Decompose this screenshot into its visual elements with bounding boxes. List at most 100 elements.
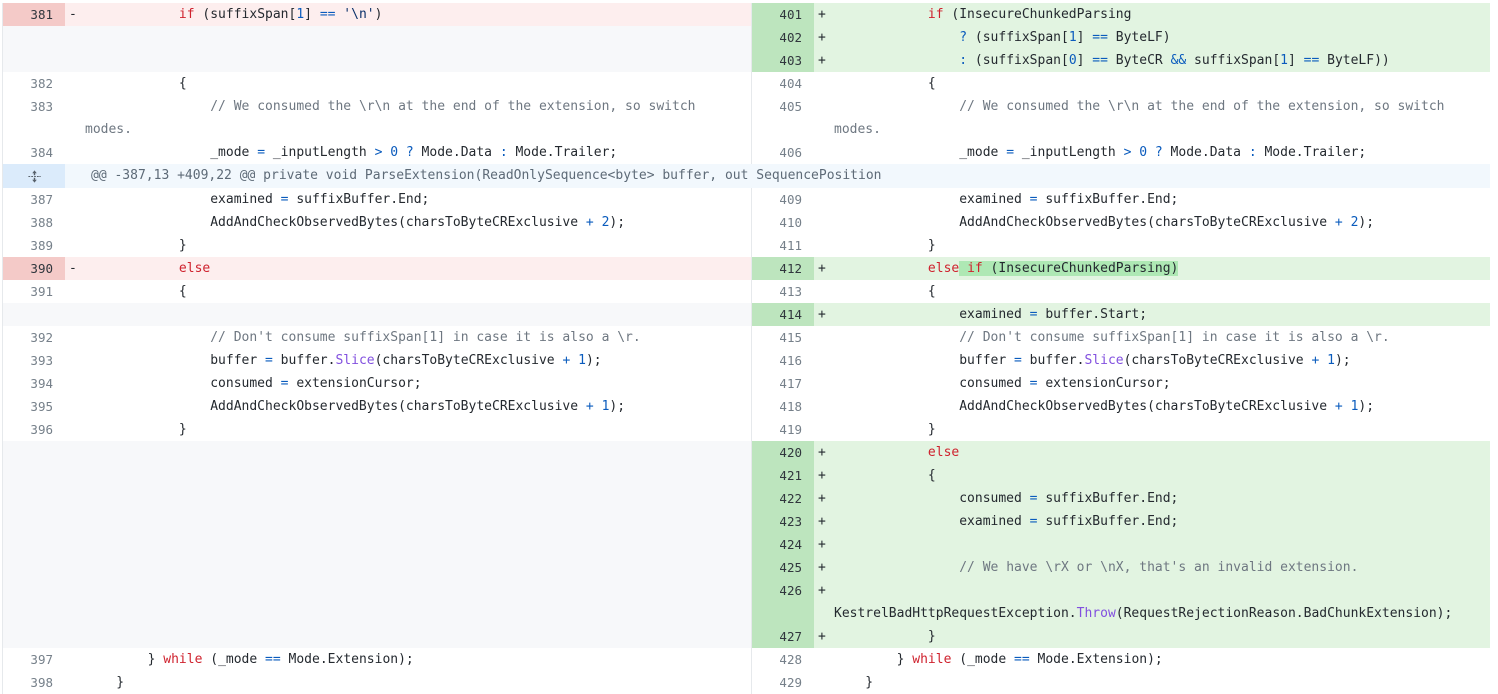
- diff-old-side: 387 examined = suffixBuffer.End;: [3, 188, 751, 211]
- line-number[interactable]: 424: [752, 533, 814, 556]
- diff-marker: [65, 602, 85, 625]
- diff-marker: [814, 326, 834, 349]
- line-number[interactable]: 387: [3, 188, 65, 211]
- line-number[interactable]: 389: [3, 234, 65, 257]
- line-number[interactable]: 420: [752, 441, 814, 464]
- line-number[interactable]: 425: [752, 556, 814, 579]
- line-number[interactable]: 403: [752, 49, 814, 72]
- code-line: AddAndCheckObservedBytes(charsToByteCREx…: [85, 395, 751, 418]
- line-number[interactable]: 412: [752, 257, 814, 280]
- code-line: ? (suffixSpan[1] == ByteLF): [834, 26, 1490, 49]
- line-number[interactable]: 395: [3, 395, 65, 418]
- line-number: [3, 49, 65, 72]
- line-number[interactable]: 406: [752, 141, 814, 164]
- diff-row: 391 {413 {: [3, 280, 1490, 303]
- diff-marker: [814, 349, 834, 372]
- diff-old-side: [3, 49, 751, 72]
- line-number[interactable]: 383: [3, 95, 65, 118]
- line-number[interactable]: 422: [752, 487, 814, 510]
- line-number[interactable]: 409: [752, 188, 814, 211]
- line-number[interactable]: 384: [3, 141, 65, 164]
- diff-new-side: 418 AddAndCheckObservedBytes(charsToByte…: [751, 395, 1490, 418]
- diff-new-side: KestrelBadHttpRequestException.Throw(Req…: [751, 602, 1490, 625]
- diff-new-side: 424+: [751, 533, 1490, 556]
- line-number[interactable]: 404: [752, 72, 814, 95]
- diff-marker: [65, 72, 85, 95]
- code-line: [85, 556, 751, 579]
- line-number[interactable]: 419: [752, 418, 814, 441]
- line-number[interactable]: 391: [3, 280, 65, 303]
- diff-new-side: 419 }: [751, 418, 1490, 441]
- diff-old-side: [3, 556, 751, 579]
- line-number[interactable]: 415: [752, 326, 814, 349]
- diff-new-side: 402+ ? (suffixSpan[1] == ByteLF): [751, 26, 1490, 49]
- code-line: _mode = _inputLength > 0 ? Mode.Data : M…: [85, 141, 751, 164]
- code-line: examined = suffixBuffer.End;: [834, 510, 1490, 533]
- code-line: [85, 579, 751, 602]
- diff-marker: [814, 141, 834, 164]
- diff-new-side: 409 examined = suffixBuffer.End;: [751, 188, 1490, 211]
- diff-marker: [65, 280, 85, 303]
- diff-row: 427+ }: [3, 625, 1490, 648]
- diff-marker: [814, 72, 834, 95]
- line-number[interactable]: 398: [3, 671, 65, 694]
- line-number[interactable]: 410: [752, 211, 814, 234]
- line-number[interactable]: 411: [752, 234, 814, 257]
- diff-marker: [814, 395, 834, 418]
- line-number[interactable]: 416: [752, 349, 814, 372]
- code-line: else if (InsecureChunkedParsing): [834, 257, 1490, 280]
- code-line: [85, 602, 751, 625]
- line-number[interactable]: 405: [752, 95, 814, 118]
- diff-old-side: [3, 303, 751, 326]
- line-number[interactable]: 427: [752, 625, 814, 648]
- diff-marker: +: [814, 49, 834, 72]
- diff-row: 420+ else: [3, 441, 1490, 464]
- line-number[interactable]: 414: [752, 303, 814, 326]
- line-number[interactable]: 418: [752, 395, 814, 418]
- line-number[interactable]: 394: [3, 372, 65, 395]
- line-number[interactable]: 402: [752, 26, 814, 49]
- expand-hunk-button[interactable]: [3, 164, 65, 188]
- diff-old-side: [3, 441, 751, 464]
- line-number[interactable]: 388: [3, 211, 65, 234]
- diff-row: 422+ consumed = suffixBuffer.End;: [3, 487, 1490, 510]
- diff-marker: [814, 280, 834, 303]
- line-number[interactable]: 428: [752, 648, 814, 671]
- line-number[interactable]: 413: [752, 280, 814, 303]
- code-line: {: [834, 72, 1490, 95]
- diff-row: 421+ {: [3, 464, 1490, 487]
- diff-new-side: 425+ // We have \rX or \nX, that's an in…: [751, 556, 1490, 579]
- line-number[interactable]: 397: [3, 648, 65, 671]
- line-number[interactable]: 429: [752, 671, 814, 694]
- diff-old-side: 394 consumed = extensionCursor;: [3, 372, 751, 395]
- line-number[interactable]: 382: [3, 72, 65, 95]
- line-number[interactable]: 421: [752, 464, 814, 487]
- code-line: [85, 49, 751, 72]
- diff-marker: -: [65, 3, 85, 26]
- diff-new-side: 417 consumed = extensionCursor;: [751, 372, 1490, 395]
- line-number[interactable]: 401: [752, 3, 814, 26]
- diff-marker: [65, 579, 85, 602]
- diff-row: 414+ examined = buffer.Start;: [3, 303, 1490, 326]
- code-line: [85, 464, 751, 487]
- line-number: [3, 533, 65, 556]
- line-number[interactable]: 381: [3, 3, 65, 26]
- line-number[interactable]: 390: [3, 257, 65, 280]
- line-number: [3, 464, 65, 487]
- line-number[interactable]: 392: [3, 326, 65, 349]
- diff-new-side: 411 }: [751, 234, 1490, 257]
- code-line: [85, 533, 751, 556]
- diff-new-side: 427+ }: [751, 625, 1490, 648]
- line-number[interactable]: 426: [752, 579, 814, 602]
- line-number[interactable]: 417: [752, 372, 814, 395]
- code-line: // We consumed the \r\n at the end of th…: [834, 95, 1490, 118]
- diff-row: 392 // Don't consume suffixSpan[1] in ca…: [3, 326, 1490, 349]
- line-number[interactable]: 423: [752, 510, 814, 533]
- line-number: [3, 556, 65, 579]
- line-number[interactable]: 393: [3, 349, 65, 372]
- code-line: [85, 441, 751, 464]
- line-number[interactable]: 396: [3, 418, 65, 441]
- diff-row: 426+: [3, 579, 1490, 602]
- diff-marker: [65, 671, 85, 694]
- diff-new-side: 423+ examined = suffixBuffer.End;: [751, 510, 1490, 533]
